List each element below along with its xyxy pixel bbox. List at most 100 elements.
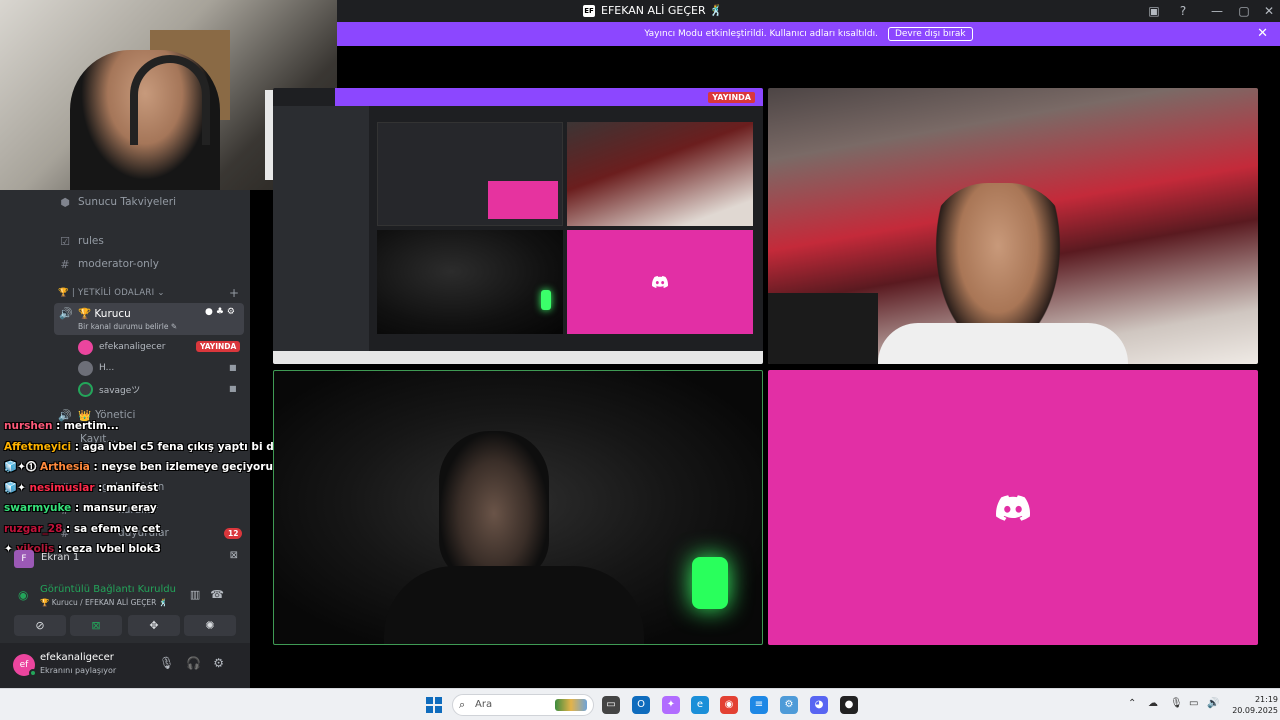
voice-member[interactable]: efekanaligecer (78, 338, 165, 356)
create-channel-icon[interactable]: + (229, 286, 239, 300)
stream-tile-camera-savage[interactable] (768, 88, 1258, 364)
chat-username: nesimuslar (29, 481, 95, 494)
window-title-emoji: 🕺 (709, 4, 723, 17)
channel-status-input[interactable]: Bir kanal durumu belirle ✎ (78, 322, 177, 331)
disconnect-icon[interactable]: ☎ (210, 588, 234, 601)
discord-logo-icon (996, 494, 1030, 521)
screenshare-thumbnail: F (14, 550, 34, 568)
camera-off-icon: ⊘ (35, 619, 45, 632)
chat-separator: : (89, 461, 102, 473)
voice-member[interactable]: H... (78, 359, 114, 377)
copilot-icon[interactable]: ✦ (662, 696, 680, 714)
gear-icon[interactable]: ⚙ (227, 307, 238, 317)
disable-streamer-mode-button[interactable]: Devre dışı bırak (887, 27, 973, 41)
obs-icon[interactable]: ● (840, 696, 858, 714)
channel-label: rules (78, 235, 104, 247)
nested-sidebar (273, 106, 369, 351)
chevron-down-icon: ⌄ (157, 288, 165, 298)
chat-badges: 🧊✦⓵ (4, 461, 41, 473)
discord-window: EF EFEKAN ALİ GEÇER 🕺 ▣ ? — ▢ ✕ Yayıncı … (0, 0, 1280, 720)
pencil-icon: ✎ (170, 322, 178, 331)
speaker-icon: 🔊 (59, 307, 73, 320)
help-icon[interactable]: ? (1174, 2, 1192, 20)
rules-icon: ☑ (60, 234, 70, 248)
channel-moderator-only[interactable]: # moderator-only (58, 255, 159, 273)
category-label: 🏆 | YETKİLİ ODALARI (58, 288, 155, 298)
avatar (78, 339, 93, 355)
window-title-text: EFEKAN ALİ GEÇER (601, 4, 706, 17)
username[interactable]: efekanaligecer (40, 652, 114, 663)
nested-tile (567, 230, 753, 334)
noise-suppression-icon[interactable]: ▥ (190, 588, 210, 601)
connection-channel[interactable]: 🏆 Kurucu / EFEKAN ALİ GEÇER 🕺 (40, 598, 168, 607)
soundboard-button[interactable]: ✺ (184, 615, 236, 636)
edge-icon[interactable]: e (691, 696, 709, 714)
maximize-button[interactable]: ▢ (1235, 2, 1253, 20)
chat-separator: : (62, 522, 74, 535)
screenshare-panel: F Ekran 1 ⊠ (8, 541, 244, 577)
invite-icon[interactable]: ♣ (216, 307, 227, 317)
chevron-up-icon[interactable]: ⌃ (1128, 698, 1136, 709)
screenshare-button[interactable]: ⊠ (70, 615, 122, 636)
taskbar-search-input[interactable]: ⌕ Ara (452, 694, 594, 716)
microphone-icon[interactable]: 🎙 (1170, 698, 1183, 709)
channel-rules[interactable]: ☑ rules (58, 232, 104, 250)
chrome-icon[interactable]: ◉ (720, 696, 738, 714)
stream-tile-camera-speaking[interactable] (273, 370, 763, 645)
discord-taskbar-icon[interactable]: ◕ (810, 696, 828, 714)
mic-glow (692, 557, 728, 609)
voice-channel-name: 🏆 Kurucu (78, 307, 131, 320)
live-badge: YAYINDA (196, 341, 241, 352)
connection-status[interactable]: Görüntülü Bağlantı Kuruldu (40, 584, 176, 595)
search-highlight-image (555, 699, 587, 711)
voice-connection-panel: ◉ Görüntülü Bağlantı Kuruldu 🏆 Kurucu / … (8, 580, 244, 612)
category-staff-rooms[interactable]: 🏆 | YETKİLİ ODALARI ⌄ (58, 288, 165, 298)
chat-username: Arthesia (40, 461, 90, 473)
voice-member[interactable]: savageツ (78, 380, 140, 398)
chat-text: mertim... (63, 420, 119, 432)
activities-button[interactable]: ✥ (128, 615, 180, 636)
activity-icon: ✥ (149, 619, 159, 632)
avatar (78, 360, 93, 376)
notepad-icon[interactable]: ≡ (750, 696, 768, 714)
chat-badges: 🧊✦ (4, 481, 30, 494)
nested-banner (335, 88, 763, 106)
live-badge: YAYINDA (708, 92, 755, 103)
online-status-indicator (29, 669, 37, 677)
system-clock[interactable]: 21:19 20.09.2025 (1228, 694, 1278, 716)
microphone-icon[interactable]: 🎙 (159, 656, 186, 670)
stream-tile-no-video[interactable] (768, 370, 1258, 645)
stream-tile-screenshare[interactable]: YAYINDA (273, 88, 763, 364)
windows-start-icon[interactable] (426, 697, 442, 713)
volume-icon[interactable]: 🔊 (1207, 698, 1219, 709)
banner-close-icon[interactable]: ✕ (1257, 26, 1268, 41)
stop-screenshare-icon[interactable]: ⊠ (230, 550, 238, 561)
camera-person (439, 431, 549, 581)
minimize-button[interactable]: — (1208, 2, 1226, 20)
voice-channel-kurucu[interactable]: 🔊 🏆 Kurucu Bir kanal durumu belirle ✎ ●♣… (54, 303, 244, 335)
close-window-button[interactable]: ✕ (1260, 2, 1278, 20)
chat-username: swarmyuke (4, 502, 72, 514)
user-panel: ef efekanaligecer Ekranını paylaşıyor 🎙🎧… (0, 643, 250, 688)
chat-text: manifest (106, 481, 159, 494)
window-title: EFEKAN ALİ GEÇER 🕺 (601, 4, 723, 17)
signal-icon[interactable]: ◉ (18, 588, 28, 602)
camera-toggle-button[interactable]: ⊘ (14, 615, 66, 636)
headphones-icon[interactable]: 🎧 (186, 656, 213, 670)
gear-icon[interactable]: ⚙ (213, 656, 236, 670)
clock-time: 21:19 (1254, 695, 1278, 704)
chat-separator: : (52, 420, 64, 432)
chat-text: sa efem ve cet (73, 522, 161, 535)
chat-bubble-icon[interactable]: ● (205, 307, 216, 317)
chat-username: Affetmeyici (4, 440, 72, 453)
outlook-icon[interactable]: O (632, 696, 650, 714)
settings-icon[interactable]: ⚙ (780, 696, 798, 714)
voice-channel-label: Kurucu (94, 308, 131, 320)
inbox-icon[interactable]: ▣ (1145, 2, 1163, 20)
channel-server-boosts[interactable]: ⬢ Sunucu Takviyeleri (58, 193, 176, 211)
network-icon[interactable]: ▭ (1189, 698, 1198, 709)
cloud-icon[interactable]: ☁ (1148, 698, 1158, 709)
user-status: Ekranını paylaşıyor (40, 666, 117, 675)
task-view-icon[interactable]: ▭ (602, 696, 620, 714)
nested-tile (377, 230, 563, 334)
